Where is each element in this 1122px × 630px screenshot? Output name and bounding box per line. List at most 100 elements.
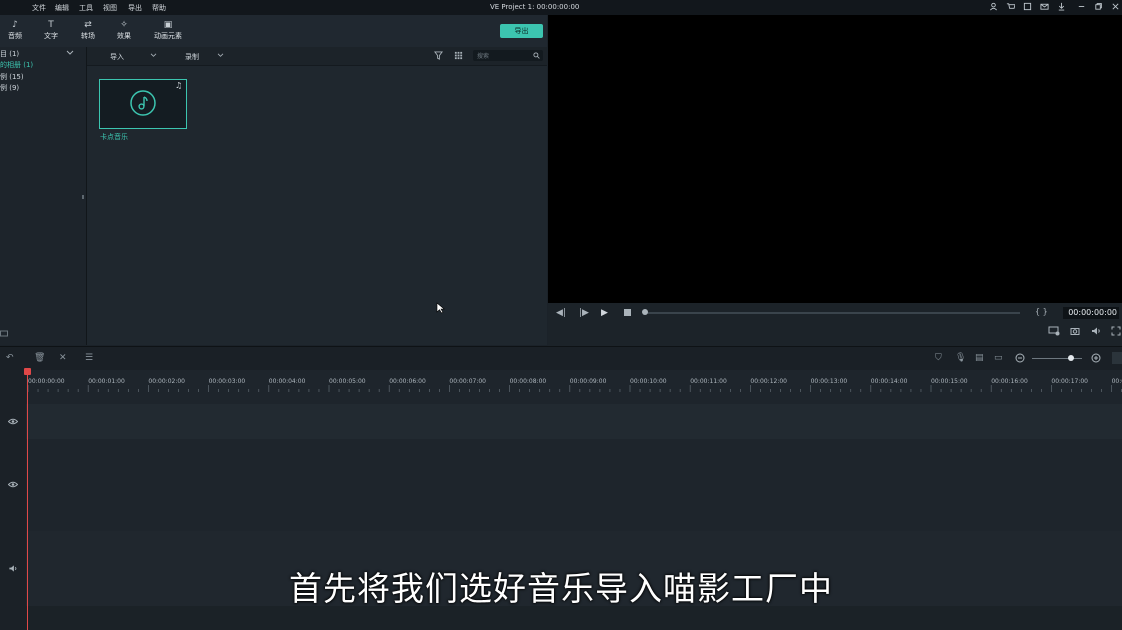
export-button[interactable]: 导出 bbox=[500, 24, 543, 38]
cut-icon[interactable]: ✕ bbox=[59, 353, 67, 363]
mouse-cursor-icon bbox=[436, 302, 445, 314]
zoom-out-icon[interactable] bbox=[1015, 353, 1025, 363]
import-button[interactable]: 导入 bbox=[110, 52, 124, 62]
sidebar-item-album[interactable]: 的相册 (1) bbox=[0, 60, 33, 70]
playback-progress-bar[interactable] bbox=[644, 312, 1020, 314]
folder-add-icon[interactable] bbox=[0, 329, 8, 337]
menu-help[interactable]: 帮助 bbox=[152, 3, 166, 13]
ruler-tick-label: 00:00:11:00 bbox=[690, 378, 727, 385]
search-input[interactable]: 搜索 bbox=[473, 50, 543, 61]
record-chevron-icon[interactable] bbox=[217, 53, 224, 58]
timeline-settings-button[interactable] bbox=[1112, 352, 1122, 364]
zoom-slider[interactable] bbox=[1032, 358, 1082, 359]
menu-view[interactable]: 视图 bbox=[103, 3, 117, 13]
microphone-icon[interactable]: 🎙 bbox=[955, 353, 966, 363]
media-clip-name: 卡点音乐 bbox=[100, 133, 128, 141]
menu-tools[interactable]: 工具 bbox=[79, 3, 93, 13]
timeline-ruler[interactable]: 00:00:00:00 00:00:01:00 00:00:02:00 00:00:0… bbox=[26, 370, 1122, 392]
transition-icon: ⇄ bbox=[84, 20, 92, 30]
fullscreen-icon[interactable] bbox=[1111, 326, 1121, 336]
tab-animated-elements[interactable]: ▣ 动画元素 bbox=[148, 19, 188, 41]
render-preview-icon[interactable] bbox=[1048, 326, 1060, 336]
search-icon[interactable] bbox=[533, 52, 540, 59]
tab-audio[interactable]: ♪ 音频 bbox=[0, 19, 32, 41]
tab-transition-label: 转场 bbox=[81, 32, 95, 40]
snapshot-icon[interactable] bbox=[1070, 326, 1080, 336]
volume-icon[interactable] bbox=[1091, 326, 1101, 336]
filter-icon[interactable] bbox=[434, 51, 443, 60]
undo-icon[interactable]: ↶ bbox=[6, 353, 14, 363]
account-icon[interactable] bbox=[989, 2, 998, 11]
preview-timecode: 00:00:00:00 bbox=[1063, 307, 1119, 319]
menu-file[interactable]: 文件 bbox=[32, 3, 46, 13]
tab-animated-elements-label: 动画元素 bbox=[154, 32, 182, 40]
audio-type-icon: ♫ bbox=[175, 81, 183, 90]
timeline-gap bbox=[26, 392, 1122, 404]
chevron-down-icon[interactable] bbox=[66, 50, 74, 56]
delete-icon[interactable]: 🗑 bbox=[34, 353, 45, 363]
split-screen-icon[interactable]: ▭ bbox=[994, 353, 1003, 363]
previous-frame-icon[interactable]: ◀| bbox=[556, 308, 566, 318]
step-forward-icon[interactable]: |▶ bbox=[579, 308, 589, 318]
tab-text[interactable]: T 文字 bbox=[34, 19, 68, 41]
play-icon[interactable]: ▶ bbox=[601, 308, 608, 318]
panel-resize-handle[interactable] bbox=[82, 195, 84, 199]
tab-transition[interactable]: ⇄ 转场 bbox=[71, 19, 105, 41]
menu-edit[interactable]: 编辑 bbox=[55, 3, 69, 13]
tab-effects[interactable]: ✧ 效果 bbox=[107, 19, 141, 41]
timeline-toolbar: ↶ 🗑 ✕ ☰ ⛉ 🎙 ▤ ▭ bbox=[0, 346, 1122, 371]
playback-scrubber[interactable] bbox=[642, 309, 648, 315]
grid-view-icon[interactable] bbox=[454, 51, 463, 60]
tab-text-label: 文字 bbox=[44, 32, 58, 40]
media-library-sidebar: 目 (1) 的相册 (1) 例 (15) 例 (9) bbox=[0, 47, 87, 345]
project-title: VE Project 1: 00:00:00:00 bbox=[490, 3, 580, 11]
tab-audio-label: 音频 bbox=[8, 32, 22, 40]
cart-icon[interactable] bbox=[1006, 2, 1015, 11]
adjust-icon[interactable]: ☰ bbox=[85, 353, 93, 363]
zoom-in-icon[interactable] bbox=[1091, 353, 1101, 363]
preview-canvas bbox=[548, 15, 1122, 303]
media-toolbar: ♪ 音频 T 文字 ⇄ 转场 ✧ 效果 ▣ 动画元素 导出 bbox=[0, 15, 547, 47]
ruler-tick-label: 00:00:13:00 bbox=[810, 378, 848, 385]
video-track-1[interactable] bbox=[26, 404, 1122, 439]
player-controls: ◀| |▶ ▶ { } 00:00:00:00 bbox=[548, 303, 1122, 346]
ruler-tick-label: 00:0 bbox=[1111, 378, 1122, 385]
download-icon[interactable] bbox=[1057, 2, 1066, 11]
playhead-handle[interactable] bbox=[24, 368, 31, 375]
ruler-tick-label: 00:00:02:00 bbox=[148, 378, 185, 385]
text-icon: T bbox=[48, 20, 54, 30]
minimize-icon[interactable] bbox=[1077, 2, 1086, 11]
video-track-2[interactable] bbox=[26, 439, 1122, 531]
close-icon[interactable] bbox=[1111, 2, 1120, 11]
eye-icon[interactable] bbox=[8, 418, 18, 425]
stop-icon[interactable] bbox=[624, 309, 631, 316]
sidebar-item-sample-2[interactable]: 例 (9) bbox=[0, 83, 19, 93]
media-clip-thumbnail[interactable]: ♫ bbox=[99, 79, 187, 129]
ruler-tick-label: 00:00:08:00 bbox=[509, 378, 547, 385]
ruler-tick-label: 00:00:05:00 bbox=[329, 378, 366, 385]
eye-icon[interactable] bbox=[8, 481, 18, 488]
music-note-icon: ♪ bbox=[12, 20, 18, 30]
video-subtitle: 首先将我们选好音乐导入喵影工厂中 bbox=[289, 569, 833, 608]
sidebar-item-sample-1[interactable]: 例 (15) bbox=[0, 72, 24, 82]
sidebar-item-project[interactable]: 目 (1) bbox=[0, 49, 19, 59]
zoom-slider-handle[interactable] bbox=[1068, 355, 1074, 361]
search-placeholder: 搜索 bbox=[477, 53, 490, 60]
music-disc-icon bbox=[130, 90, 156, 116]
menu-export[interactable]: 导出 bbox=[128, 3, 142, 13]
marker-icon[interactable]: ⛉ bbox=[935, 353, 942, 363]
ruler-tick-label: 00:00:00:00 bbox=[28, 378, 65, 385]
save-icon[interactable] bbox=[1023, 2, 1032, 11]
ruler-tick-label: 00:00:09:00 bbox=[569, 378, 607, 385]
ruler-tick-label: 00:00:15:00 bbox=[931, 378, 968, 385]
restore-icon[interactable] bbox=[1094, 2, 1103, 11]
voiceover-icon[interactable]: ▤ bbox=[975, 353, 984, 363]
media-action-bar: 导入 录制 搜索 bbox=[87, 47, 547, 66]
mail-icon[interactable] bbox=[1040, 2, 1049, 11]
mark-in-out-icon[interactable]: { } bbox=[1035, 307, 1048, 316]
ruler-tick-label: 00:00:06:00 bbox=[389, 378, 426, 385]
ruler-ticks bbox=[27, 385, 1122, 392]
import-chevron-icon[interactable] bbox=[150, 53, 157, 58]
ruler-tick-label: 00:00:07:00 bbox=[449, 378, 486, 385]
record-button[interactable]: 录制 bbox=[185, 52, 199, 62]
